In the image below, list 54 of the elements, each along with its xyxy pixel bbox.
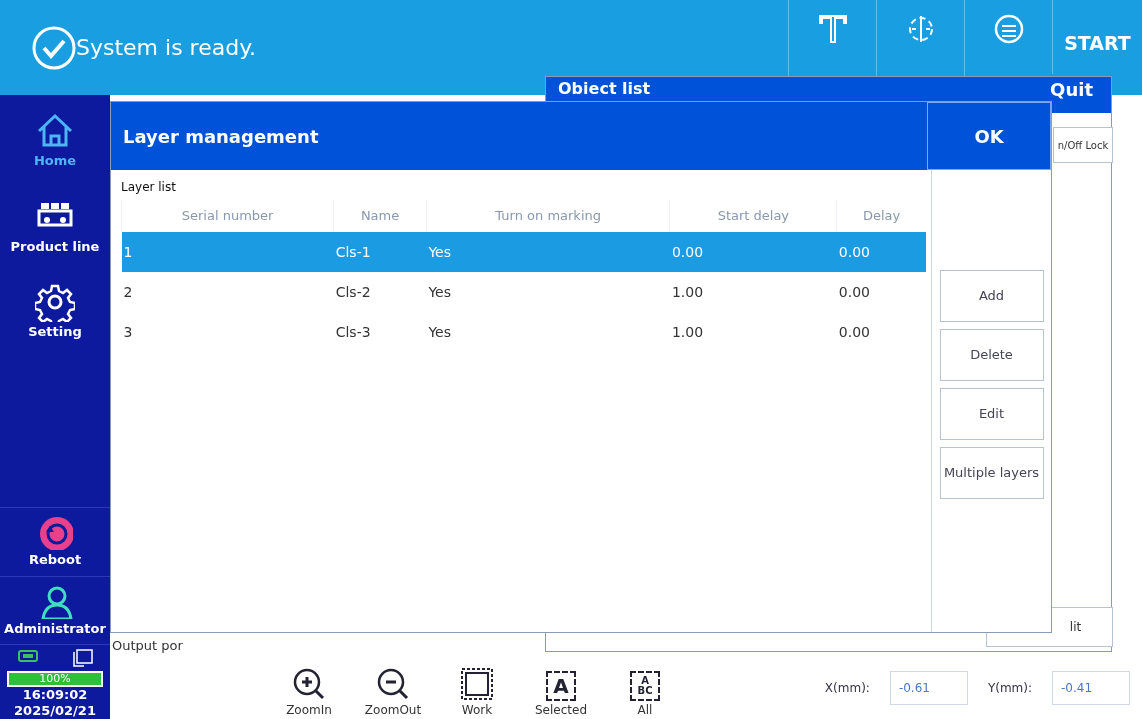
table-row[interactable]: 3 Cls-3 Yes 1.00 0.00 — [121, 312, 926, 352]
sidebar-item[interactable]: Home — [0, 103, 110, 179]
dialog-title: Layer management — [122, 124, 319, 149]
section-label: Layer list — [121, 179, 177, 196]
settings-icon — [35, 282, 75, 322]
table-cell: 2 — [123, 283, 133, 300]
sidebar-item[interactable]: Administrator — [0, 576, 110, 644]
toolbar-button[interactable]: A BC All — [604, 671, 686, 719]
table-row[interactable]: 2 Cls-2 Yes 1.00 0.00 — [121, 272, 926, 312]
sidebar-item[interactable]: Setting — [0, 274, 110, 350]
toolbar-button[interactable]: A Selected — [520, 671, 602, 719]
ok-button[interactable]: OK — [927, 102, 1051, 170]
table-cell: 0.00 — [838, 283, 870, 300]
zoom-in-icon — [292, 667, 326, 701]
table-cell: Cls-3 — [335, 323, 371, 340]
clock-time: 16:09:02 — [22, 687, 88, 703]
side-button[interactable]: Delete — [939, 329, 1044, 381]
coordinate-field[interactable]: -0.61 — [889, 671, 968, 705]
table-cell: 1 — [123, 243, 133, 260]
zoom-out-icon — [376, 667, 410, 701]
table-cell: 3 — [123, 323, 133, 340]
table-cell: Yes — [428, 323, 452, 340]
toolbar-button[interactable]: ZoomIn — [268, 667, 350, 719]
toolbar-button[interactable]: Work — [436, 667, 518, 719]
coordinate-label: Y(mm): — [987, 680, 1032, 697]
table-cell: 0.00 — [838, 323, 870, 340]
side-button[interactable]: Multiple layers — [939, 447, 1044, 499]
table-cell: Cls-2 — [335, 283, 371, 300]
dialog-title: Obiect list — [558, 79, 651, 98]
coordinate-label: X(mm): — [824, 680, 870, 697]
toolbar-button[interactable]: ZoomOut — [352, 667, 434, 719]
square-icon — [460, 667, 494, 701]
sidebar-item[interactable]: Reboot — [0, 508, 110, 576]
usb-icon — [17, 649, 38, 663]
side-button[interactable]: Add — [939, 270, 1044, 322]
table-cell: 1.00 — [671, 323, 704, 340]
table-cell: 0.00 — [671, 243, 704, 260]
table-cell: Cls-1 — [335, 243, 371, 260]
clock-date: 2025/02/21 — [14, 703, 96, 719]
side-button[interactable]: Edit — [939, 388, 1044, 440]
check-circle-icon — [32, 25, 76, 70]
status-message: System is ready. — [76, 34, 257, 62]
monitor-icon — [72, 649, 93, 667]
lock-button[interactable]: n/Off Lock — [1053, 127, 1113, 163]
sidebar-item[interactable]: Product line — [0, 188, 110, 264]
quit-button[interactable]: Quit — [1044, 79, 1099, 100]
coordinate-field[interactable]: -0.41 — [1052, 671, 1130, 705]
table-cell: Yes — [428, 243, 452, 260]
table-cell: Yes — [428, 283, 452, 300]
table-cell: 1.00 — [671, 283, 704, 300]
output-port-label: Output por — [112, 637, 183, 655]
reboot-icon — [37, 514, 73, 550]
battery-reading: 100% — [38, 673, 72, 685]
table-cell: 0.00 — [838, 243, 870, 260]
